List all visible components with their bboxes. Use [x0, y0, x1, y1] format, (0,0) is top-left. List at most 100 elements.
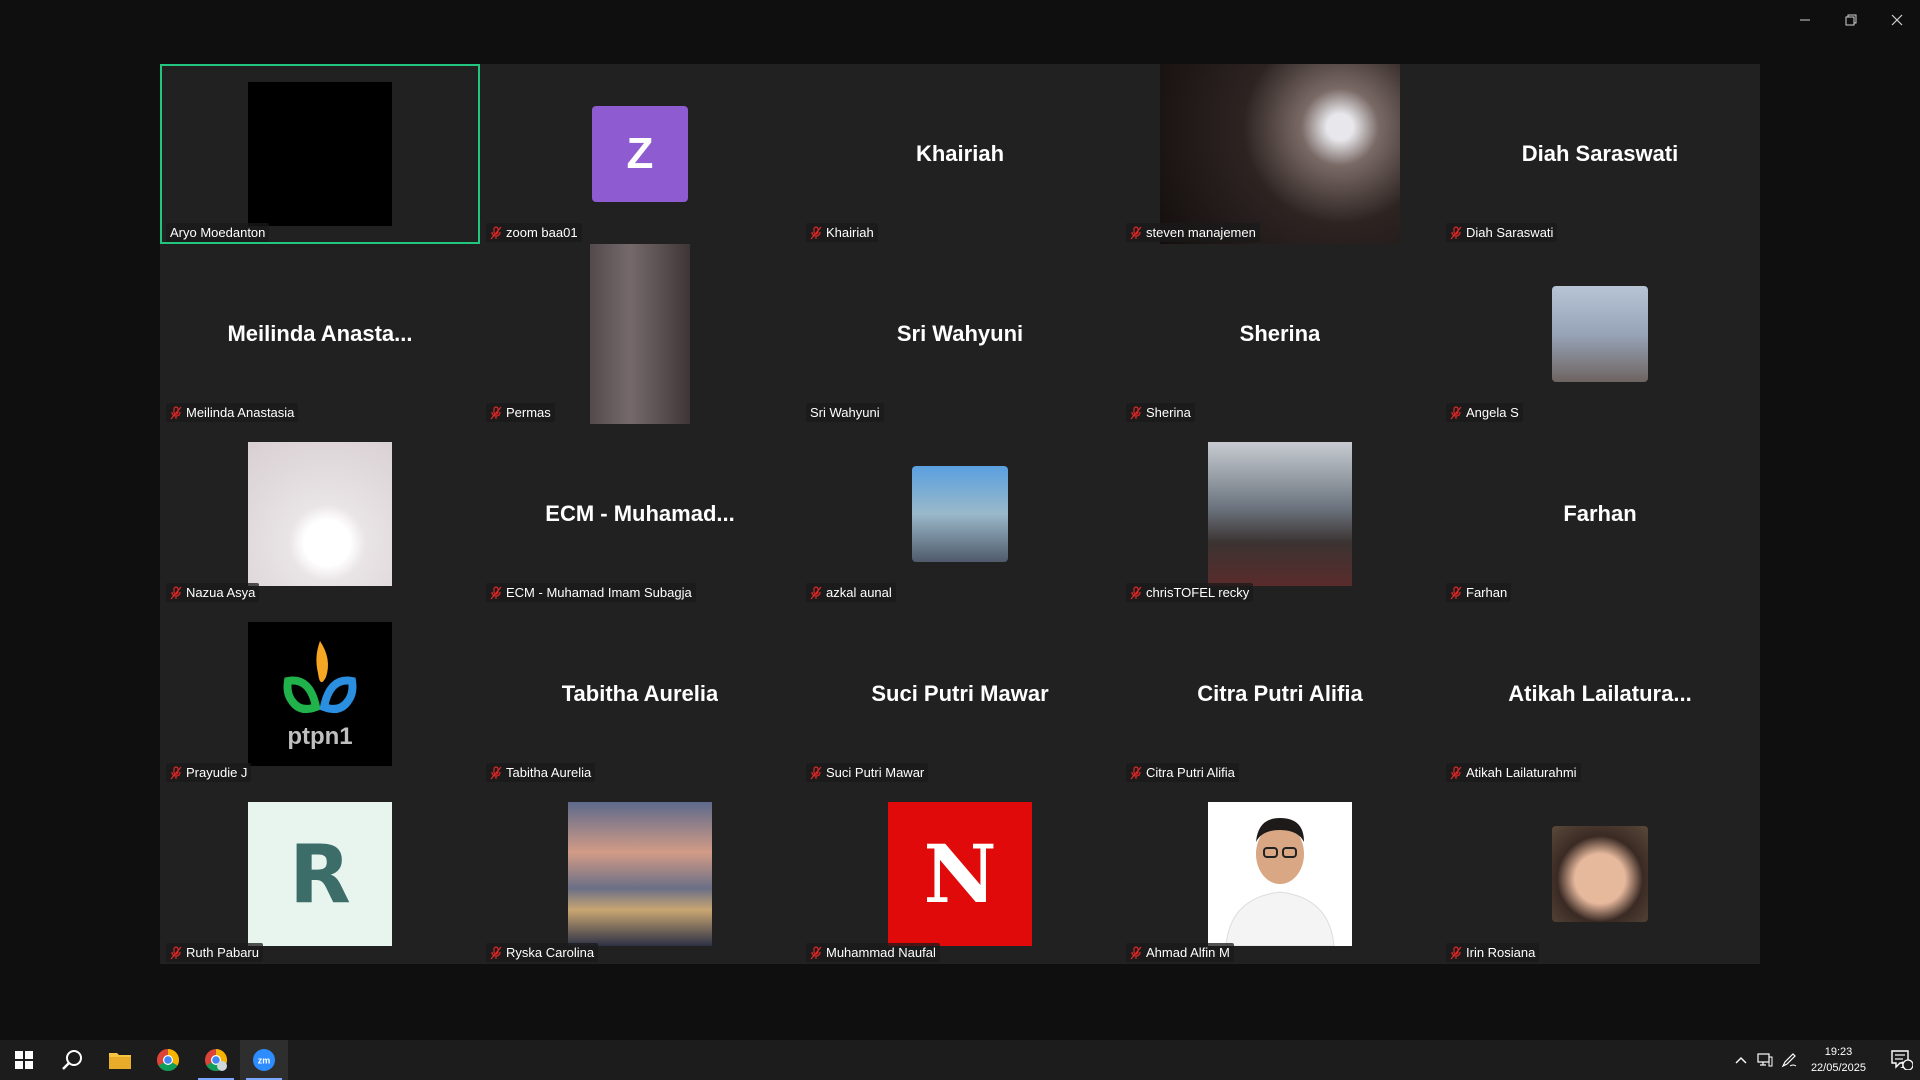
participant-name-label: Farhan: [1446, 583, 1512, 602]
network-button[interactable]: [1753, 1040, 1777, 1080]
participant-name-label: Ruth Pabaru: [166, 943, 263, 962]
file-explorer-icon: [109, 1053, 131, 1069]
participant-tile[interactable]: Z zoom baa01: [480, 64, 800, 244]
file-explorer-button[interactable]: [96, 1040, 144, 1080]
participant-name: Citra Putri Alifia: [1146, 765, 1235, 780]
mic-off-icon: [170, 765, 182, 779]
participant-avatar: [912, 466, 1008, 562]
participant-tile[interactable]: Aryo Moedanton: [160, 64, 480, 244]
chrome-button[interactable]: [144, 1040, 192, 1080]
mic-off-icon: [810, 765, 822, 779]
participant-display-name: Diah Saraswati: [1521, 141, 1679, 166]
zoom-button[interactable]: zm: [240, 1040, 288, 1080]
participant-tile[interactable]: ptpn1 Prayudie J: [160, 604, 480, 784]
chrome-profile-button[interactable]: [192, 1040, 240, 1080]
participant-name-label: Citra Putri Alifia: [1126, 763, 1239, 782]
participant-tile[interactable]: N Muhammad Naufal: [800, 784, 1120, 964]
participant-name: Permas: [506, 405, 551, 420]
system-clock[interactable]: 19:23 22/05/2025: [1801, 1044, 1876, 1076]
mic-off-icon: [1450, 945, 1462, 959]
participant-tile[interactable]: Suci Putri Mawar Suci Putri Mawar: [800, 604, 1120, 784]
participant-display-name: Sri Wahyuni: [896, 321, 1024, 346]
start-icon: [15, 1051, 33, 1069]
mic-off-icon: [1130, 225, 1142, 239]
participant-tile[interactable]: Diah Saraswati Diah Saraswati: [1440, 64, 1760, 244]
participant-avatar: ptpn1: [248, 622, 392, 766]
participant-tile[interactable]: steven manajemen: [1120, 64, 1440, 244]
participant-tile[interactable]: Nazua Asya: [160, 424, 480, 604]
participant-name: Diah Saraswati: [1466, 225, 1554, 240]
participant-name: Irin Rosiana: [1466, 945, 1536, 960]
clock-time: 19:23: [1824, 1046, 1853, 1058]
mic-off-icon: [1130, 765, 1142, 779]
participant-avatar: [1552, 826, 1648, 922]
start-button[interactable]: [0, 1040, 48, 1080]
participant-tile[interactable]: Permas: [480, 244, 800, 424]
mic-off-icon: [1450, 405, 1462, 419]
participant-name-label: Atikah Lailaturahmi: [1446, 763, 1581, 782]
participant-name: azkal aunal: [826, 585, 892, 600]
participant-name-label: Suci Putri Mawar: [806, 763, 929, 782]
participant-name-label: Aryo Moedanton: [166, 223, 270, 242]
participant-display-name: Meilinda Anasta...: [227, 321, 413, 346]
participant-avatar: [1552, 286, 1648, 382]
participant-name: Tabitha Aurelia: [506, 765, 592, 780]
participant-tile[interactable]: R Ruth Pabaru: [160, 784, 480, 964]
zoom-icon: zm: [253, 1049, 275, 1071]
participant-name: Atikah Lailaturahmi: [1466, 765, 1577, 780]
participant-name: Sherina: [1146, 405, 1191, 420]
participant-tile[interactable]: azkal aunal: [800, 424, 1120, 604]
participant-tile[interactable]: Citra Putri Alifia Citra Putri Alifia: [1120, 604, 1440, 784]
participant-tile[interactable]: Angela S: [1440, 244, 1760, 424]
participant-name-label: Tabitha Aurelia: [486, 763, 596, 782]
pen-icon: [1781, 1053, 1797, 1068]
mic-off-icon: [490, 225, 502, 239]
minimize-icon: [1800, 19, 1810, 21]
svg-text:zm: zm: [258, 1056, 271, 1066]
participant-display-name: Sherina: [1239, 321, 1321, 346]
participant-tile[interactable]: Tabitha Aurelia Tabitha Aurelia: [480, 604, 800, 784]
participant-tile[interactable]: Khairiah Khairiah: [800, 64, 1120, 244]
participant-name: Meilinda Anastasia: [186, 405, 295, 420]
participant-tile[interactable]: Irin Rosiana: [1440, 784, 1760, 964]
participant-tile[interactable]: Farhan Farhan: [1440, 424, 1760, 604]
participant-name-label: Ahmad Alfin M: [1126, 943, 1234, 962]
participant-name-label: Irin Rosiana: [1446, 943, 1540, 962]
mic-off-icon: [490, 585, 502, 599]
participant-tile[interactable]: Ryska Carolina: [480, 784, 800, 964]
mic-off-icon: [490, 945, 502, 959]
participant-avatar: [1208, 442, 1352, 586]
participant-tile[interactable]: Meilinda Anasta... Meilinda Anastasia: [160, 244, 480, 424]
participant-name: Nazua Asya: [186, 585, 256, 600]
show-hidden-icons-button[interactable]: [1729, 1040, 1753, 1080]
mic-off-icon: [1130, 405, 1142, 419]
pen-button[interactable]: [1777, 1040, 1801, 1080]
participant-display-name: Citra Putri Alifia: [1197, 681, 1363, 706]
participant-name: Prayudie J: [186, 765, 248, 780]
participant-tile[interactable]: Ahmad Alfin M: [1120, 784, 1440, 964]
participant-video: [590, 244, 690, 424]
participant-tile[interactable]: chrisTOFEL recky: [1120, 424, 1440, 604]
participant-name: zoom baa01: [506, 225, 578, 240]
participant-avatar: [1208, 802, 1352, 946]
chrome-icon: [157, 1049, 179, 1071]
restore-button[interactable]: [1828, 0, 1874, 40]
search-button[interactable]: [48, 1040, 96, 1080]
action-center-button[interactable]: 1: [1876, 1040, 1920, 1080]
mic-off-icon: [1450, 765, 1462, 779]
restore-icon: [1845, 14, 1857, 26]
participant-tile[interactable]: Atikah Lailatura... Atikah Lailaturahmi: [1440, 604, 1760, 784]
ptpn-logo-text: ptpn1: [287, 723, 353, 750]
minimize-button[interactable]: [1782, 0, 1828, 40]
ptpn-logo-icon: [283, 641, 357, 713]
participant-name: Ruth Pabaru: [186, 945, 259, 960]
participant-tile[interactable]: Sherina Sherina: [1120, 244, 1440, 424]
participant-name: Farhan: [1466, 585, 1508, 600]
close-button[interactable]: [1874, 0, 1920, 40]
participant-tile[interactable]: ECM - Muhamad... ECM - Muhamad Imam Suba…: [480, 424, 800, 604]
participant-video: [1160, 64, 1400, 244]
participant-tile[interactable]: Sri Wahyuni Sri Wahyuni: [800, 244, 1120, 424]
notification-count: 1: [1899, 1060, 1905, 1070]
participant-name-label: Prayudie J: [166, 763, 252, 782]
participant-name-label: Angela S: [1446, 403, 1523, 422]
